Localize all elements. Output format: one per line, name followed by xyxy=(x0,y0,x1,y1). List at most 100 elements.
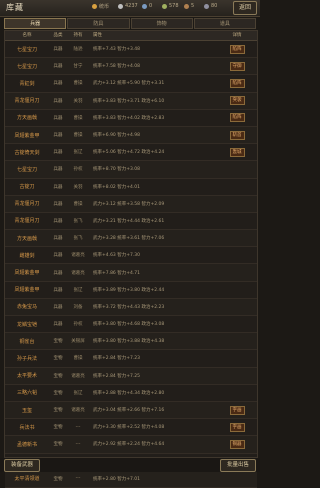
tab-armor[interactable]: 防具 xyxy=(67,18,130,29)
item-type: 兵器 xyxy=(53,253,63,259)
item-attributes: 统率+2.84 智力+7.25 xyxy=(93,373,141,379)
item-name: 凤翅紫金甲 xyxy=(14,132,40,139)
item-attributes: 武力+3.21 智力+4.44 政治+2.61 xyxy=(93,218,165,224)
item-owner: 陆逊 xyxy=(73,47,83,53)
table-row[interactable]: 孙子兵法 宝物 曹操 统率+2.84 智力+7.23 xyxy=(5,350,257,368)
table-row[interactable]: 方天画戟 兵器 张飞 武力+3.28 统率+3.61 智力+7.06 xyxy=(5,230,257,248)
table-row[interactable]: 凤翅紫金甲 兵器 张辽 统率+3.89 智力+3.80 政治+2.44 xyxy=(5,282,257,299)
tab-weapons[interactable]: 兵器 xyxy=(4,18,67,29)
table-row[interactable]: 雌雄剑 兵器 诸葛亮 统率+4.63 智力+7.30 xyxy=(5,247,257,265)
table-header: 名称 品类 持有 属性 详情 xyxy=(5,31,257,41)
detail-tag[interactable]: 守御 xyxy=(229,61,245,71)
item-owner: 曹操 xyxy=(73,356,83,362)
detail-tag[interactable]: 陷阵 xyxy=(229,78,245,88)
table-row[interactable]: 铜雀台 宝物 关银屏 统率+3.80 智力+3.88 政治+4.38 xyxy=(5,333,257,351)
item-name: 太平要术 xyxy=(16,373,37,380)
item-owner: --- xyxy=(75,476,81,482)
item-type: 宝物 xyxy=(53,390,63,396)
item-attributes: 统率+3.89 智力+3.80 政治+2.44 xyxy=(93,287,165,293)
table-row[interactable]: 青龙偃月刀 兵器 曹操 武力+3.12 统率+3.58 智力+2.09 xyxy=(5,195,257,213)
detail-tag[interactable]: 字画 xyxy=(229,422,245,432)
detail-tag[interactable]: 陷阵 xyxy=(229,44,245,54)
detail-tag[interactable]: 斩首 xyxy=(229,130,245,140)
item-name: 孙子兵法 xyxy=(16,355,37,362)
header-detail: 详情 xyxy=(232,33,242,38)
item-owner: 关羽 xyxy=(73,98,83,104)
table-row[interactable]: 青龙偃月刀 兵器 张飞 武力+3.21 智力+4.44 政治+2.61 xyxy=(5,213,257,231)
item-type: 宝物 xyxy=(53,442,63,448)
detail-tag[interactable]: 突袭 xyxy=(229,96,245,106)
detail-tag[interactable]: 陷阵 xyxy=(229,113,245,123)
detail-tag[interactable]: 铜器 xyxy=(229,439,245,449)
category-tabs: 兵器 防具 饰物 道具 xyxy=(4,18,256,29)
table-row[interactable]: 龙鳞宝铠 兵器 孙权 统率+3.80 智力+4.68 政治+3.08 xyxy=(5,316,257,334)
item-type: 兵器 xyxy=(53,304,63,310)
item-attributes: 统率+2.84 智力+7.23 xyxy=(93,356,141,362)
table-row[interactable]: 七星宝刀 兵器 甘宁 统率+7.58 智力+4.08 守御 xyxy=(5,58,257,76)
resource-silver: 4237 xyxy=(118,3,138,9)
item-type: 兵器 xyxy=(53,218,63,224)
bulk-sell-button[interactable]: 批量出售 xyxy=(220,459,256,472)
table-row[interactable]: 青龙偃月刀 兵器 关羽 统率+3.83 智力+3.71 政治+6.10 突袭 xyxy=(5,92,257,110)
table-row[interactable]: 太平要术 宝物 诸葛亮 统率+2.84 智力+7.25 xyxy=(5,367,257,385)
tab-items[interactable]: 道具 xyxy=(193,18,256,29)
header-type: 品类 xyxy=(53,33,63,38)
header-attr: 属性 xyxy=(93,33,102,38)
table-row[interactable]: 三略六韬 宝物 张辽 统率+2.88 智力+4.34 政治+2.80 xyxy=(5,385,257,402)
table-row[interactable]: 七星宝刀 兵器 陆逊 统率+7.43 智力+3.48 陷阵 xyxy=(5,41,257,59)
item-type: 兵器 xyxy=(53,270,63,276)
item-attributes: 统率+7.43 智力+3.48 xyxy=(93,47,141,53)
back-button[interactable]: 返回 xyxy=(233,1,257,15)
table-row[interactable]: 太平清领道 宝物 --- 统率+2.80 智力+7.01 xyxy=(5,470,257,488)
item-owner: --- xyxy=(75,441,81,447)
item-type: 兵器 xyxy=(53,167,63,173)
table-row[interactable]: 孟德新书 宝物 --- 武力+2.92 统率+2.24 智力+4.64 铜器 xyxy=(5,436,257,454)
item-attributes: 统率+8.02 智力+4.01 xyxy=(93,184,141,190)
item-detail: 突袭 xyxy=(217,96,257,106)
table-row[interactable]: 古锭倚天剑 兵器 张辽 统率+5.06 智力+4.72 政治+4.24 轰城 xyxy=(5,144,257,162)
resource-food: 578 xyxy=(162,3,179,9)
item-type: 兵器 xyxy=(53,184,63,190)
item-detail: 陷阵 xyxy=(217,78,257,88)
table-row[interactable]: 玉玺 宝物 诸葛亮 武力+3.04 统率+2.66 智力+7.16 字画 xyxy=(5,401,257,420)
table-row[interactable]: 方天画戟 兵器 曹操 统率+3.83 智力+4.02 政治+2.83 陷阵 xyxy=(5,110,257,127)
item-detail: 陷阵 xyxy=(217,113,257,123)
detail-tag[interactable]: 字画 xyxy=(229,405,245,415)
item-owner: 张飞 xyxy=(73,236,83,242)
top-bar: 库藏 统币 4237 0 578 5 80 返回 xyxy=(0,0,260,17)
resource-gem: 0 xyxy=(142,3,152,9)
item-owner: 张辽 xyxy=(73,150,83,156)
table-body: 七星宝刀 兵器 陆逊 统率+7.43 智力+3.48 陷阵 七星宝刀 兵器 甘宁 统率+7.58… xyxy=(5,41,257,488)
item-type: 宝物 xyxy=(53,408,63,414)
item-owner: 刘备 xyxy=(73,304,83,310)
item-name: 雌雄剑 xyxy=(19,252,35,259)
item-attributes: 统率+3.83 智力+3.71 政治+6.10 xyxy=(93,98,165,104)
item-owner: 甘宁 xyxy=(73,64,83,70)
table-row[interactable]: 赤兔宝马 兵器 刘备 统率+3.72 智力+4.43 政治+2.23 xyxy=(5,298,257,316)
page-title: 库藏 xyxy=(6,3,24,12)
item-name: 太平清领道 xyxy=(14,476,40,483)
item-attributes: 统率+2.88 智力+4.34 政治+2.80 xyxy=(93,390,165,396)
table-row[interactable]: 凤翅紫金甲 兵器 诸葛亮 统率+7.86 智力+4.71 xyxy=(5,264,257,282)
item-name: 赤兔宝马 xyxy=(16,304,37,311)
item-owner: 孙权 xyxy=(73,322,83,328)
item-name: 龙鳞宝铠 xyxy=(16,321,37,328)
table-row[interactable]: 七星宝刀 兵器 孙权 统率+8.70 智力+3.08 xyxy=(5,161,257,179)
gem-icon xyxy=(142,3,147,9)
item-type: 宝物 xyxy=(53,339,63,345)
item-type: 宝物 xyxy=(53,476,63,482)
equip-button[interactable]: 装备武器 xyxy=(4,459,40,472)
detail-tag[interactable]: 轰城 xyxy=(229,147,245,157)
item-attributes: 统率+3.80 智力+4.68 政治+3.08 xyxy=(93,322,165,328)
table-row[interactable]: 兵法书 宝物 --- 武力+3.30 统率+2.52 智力+4.08 字画 xyxy=(5,419,257,437)
table-row[interactable]: 古锭刀 兵器 关羽 统率+8.02 智力+4.01 xyxy=(5,179,257,196)
item-detail: 铜器 xyxy=(217,439,257,449)
item-type: 宝物 xyxy=(53,356,63,362)
tab-accessories[interactable]: 饰物 xyxy=(130,18,193,29)
item-detail: 字画 xyxy=(217,405,257,415)
resource-wood: 5 xyxy=(184,3,194,9)
item-attributes: 武力+3.28 统率+3.61 智力+7.06 xyxy=(93,236,165,242)
table-row[interactable]: 青釭剑 兵器 曹操 武力+3.12 统率+5.90 智力+3.31 陷阵 xyxy=(5,75,257,93)
item-attributes: 统率+7.86 智力+4.71 xyxy=(93,270,141,276)
table-row[interactable]: 凤翅紫金甲 兵器 曹操 统率+6.90 智力+4.98 斩首 xyxy=(5,126,257,145)
